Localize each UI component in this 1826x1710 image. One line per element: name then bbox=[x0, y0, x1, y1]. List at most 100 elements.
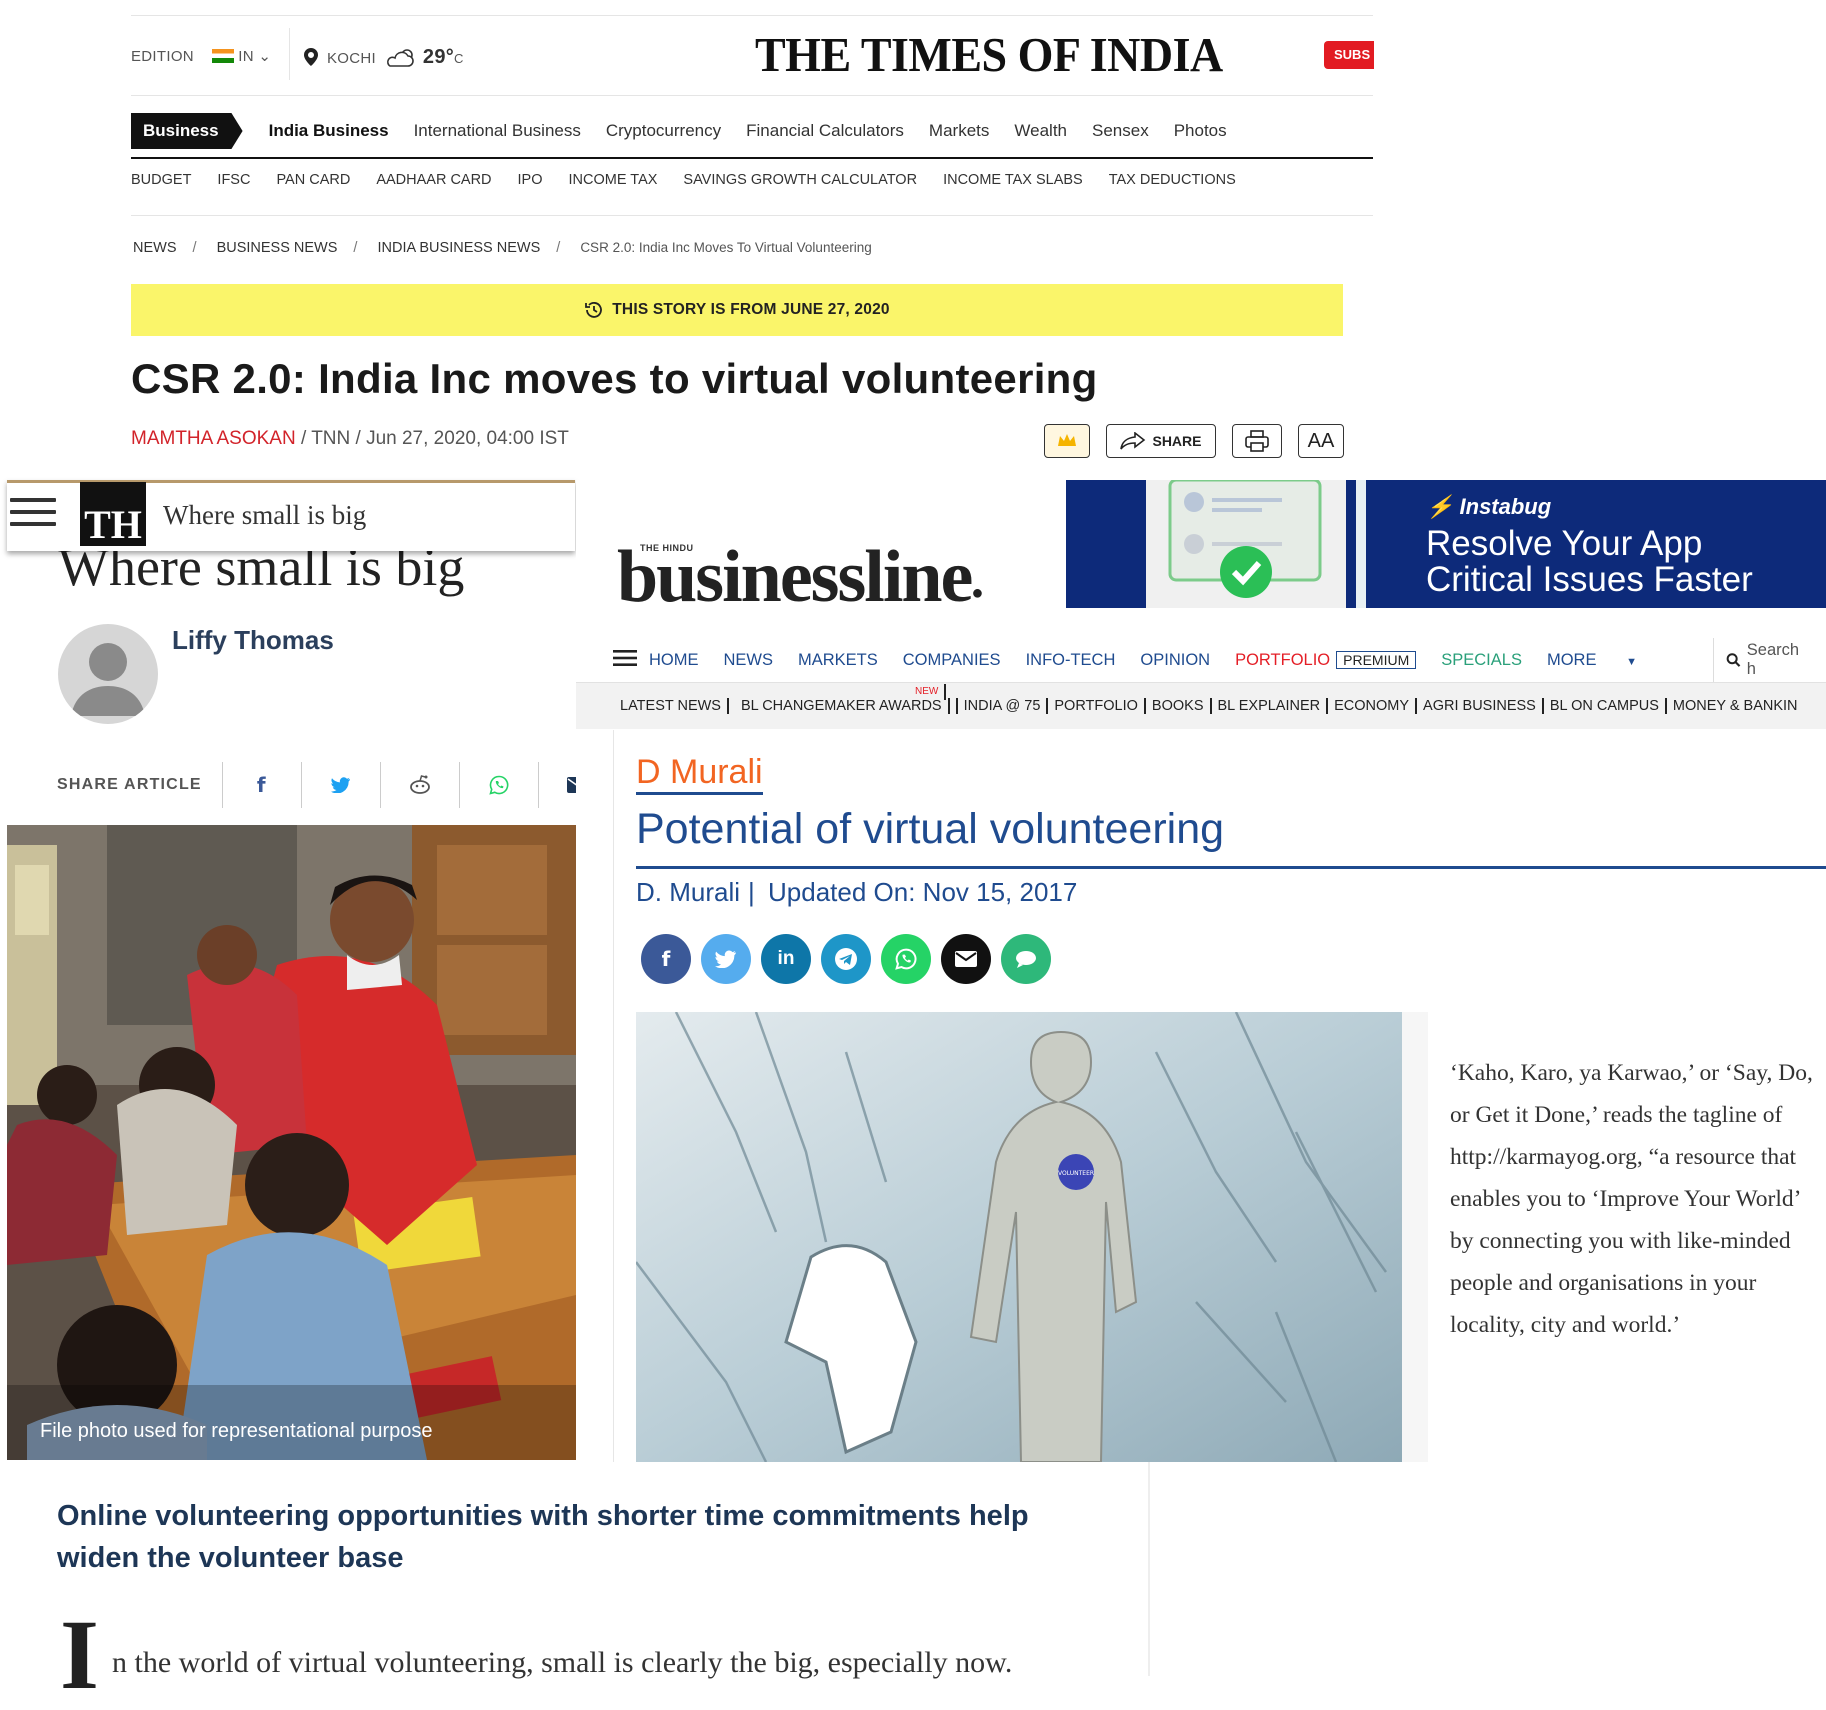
linkedin-icon[interactable]: in bbox=[761, 934, 811, 984]
article-subheading: Online volunteering opportunities with s… bbox=[57, 1500, 1029, 1574]
font-size-button[interactable]: AA bbox=[1298, 424, 1344, 458]
subnav-pan-card[interactable]: PAN CARD bbox=[276, 172, 350, 188]
nav-sensex[interactable]: Sensex bbox=[1092, 121, 1149, 141]
subnav-bl-explainer[interactable]: BL EXPLAINER bbox=[1212, 698, 1329, 714]
whatsapp-icon[interactable] bbox=[881, 934, 931, 984]
comment-icon[interactable] bbox=[1001, 934, 1051, 984]
nav-info-tech[interactable]: INFO-TECH bbox=[1026, 651, 1116, 670]
subnav-money-banking[interactable]: MONEY & BANKIN bbox=[1667, 698, 1804, 714]
sub-nav: BUDGET IFSC PAN CARD AADHAAR CARD IPO IN… bbox=[131, 172, 1373, 188]
search-box[interactable]: Search h bbox=[1713, 638, 1826, 682]
subnav-bl-on-campus[interactable]: BL ON CAMPUS bbox=[1544, 698, 1667, 714]
reddit-icon[interactable] bbox=[379, 762, 459, 808]
premium-crown-button[interactable] bbox=[1044, 424, 1090, 458]
print-button[interactable] bbox=[1232, 424, 1282, 458]
subnav-income-tax[interactable]: INCOME TAX bbox=[569, 172, 658, 188]
divider bbox=[613, 730, 614, 1462]
subnav-economy[interactable]: ECONOMY bbox=[1328, 698, 1418, 714]
drop-cap: I bbox=[60, 1599, 99, 1710]
chevron-down-icon: ⌄ bbox=[258, 48, 272, 65]
byline: D. Murali | Updated On: Nov 15, 2017 bbox=[636, 877, 1078, 907]
story-date-notice: THIS STORY IS FROM JUNE 27, 2020 bbox=[131, 284, 1343, 336]
nav-portfolio[interactable]: PORTFOLIO bbox=[1235, 651, 1330, 670]
top-divider bbox=[131, 15, 1373, 16]
hamburger-menu-icon[interactable] bbox=[613, 649, 637, 671]
breadcrumb-news[interactable]: NEWS bbox=[133, 240, 177, 256]
printer-icon bbox=[1245, 430, 1269, 452]
businessline-logo[interactable]: businessline● bbox=[617, 535, 984, 620]
author-avatar bbox=[58, 624, 158, 724]
story-notice-text: THIS STORY IS FROM JUNE 27, 2020 bbox=[612, 301, 890, 318]
nav-financial-calculators[interactable]: Financial Calculators bbox=[746, 121, 904, 141]
subnav-india-75[interactable]: INDIA @ 75 bbox=[958, 698, 1049, 714]
facebook-icon[interactable]: f bbox=[641, 934, 691, 984]
nav-markets[interactable]: Markets bbox=[929, 121, 989, 141]
facebook-icon[interactable]: f bbox=[221, 762, 301, 808]
subnav-latest-news[interactable]: LATEST NEWS bbox=[576, 698, 729, 714]
search-icon bbox=[1726, 653, 1741, 667]
breadcrumb-business-news[interactable]: BUSINESS NEWS bbox=[217, 240, 338, 256]
edition-label: EDITION bbox=[131, 48, 194, 65]
email-icon[interactable] bbox=[941, 934, 991, 984]
subnav-portfolio[interactable]: PORTFOLIO bbox=[1048, 698, 1146, 714]
volunteer-badge-text: VOLUNTEER bbox=[1058, 1170, 1094, 1177]
byline-author[interactable]: D. Murali bbox=[636, 877, 740, 907]
subnav-label: BL CHANGEMAKER AWARDS bbox=[734, 698, 950, 714]
subnav-tax-deductions[interactable]: TAX DEDUCTIONS bbox=[1109, 172, 1236, 188]
subnav-income-tax-slabs[interactable]: INCOME TAX SLABS bbox=[943, 172, 1083, 188]
subnav-books[interactable]: BOOKS bbox=[1146, 698, 1212, 714]
hamburger-menu-icon[interactable] bbox=[10, 498, 56, 528]
subnav-ipo[interactable]: IPO bbox=[518, 172, 543, 188]
nav-international-business[interactable]: International Business bbox=[414, 121, 581, 141]
article-body: n the world of virtual volunteering, sma… bbox=[112, 1646, 1013, 1679]
nav-wealth[interactable]: Wealth bbox=[1014, 121, 1067, 141]
nav-home[interactable]: HOME bbox=[649, 651, 699, 670]
twitter-icon[interactable] bbox=[300, 762, 380, 808]
author-name[interactable]: Liffy Thomas bbox=[172, 625, 334, 656]
column-author[interactable]: D Murali bbox=[636, 752, 763, 795]
nav-photos[interactable]: Photos bbox=[1174, 121, 1227, 141]
divider bbox=[131, 215, 1373, 216]
history-icon bbox=[585, 302, 603, 318]
weather-widget[interactable]: KOCHI 29°C bbox=[304, 46, 464, 69]
instabug-ad-banner[interactable]: ⚡ Instabug Resolve Your App Critical Iss… bbox=[1066, 480, 1826, 608]
bl-main-nav: HOME NEWS MARKETS COMPANIES INFO-TECH OP… bbox=[576, 638, 1826, 683]
ad-brand-text: Instabug bbox=[1459, 494, 1552, 519]
nav-companies[interactable]: COMPANIES bbox=[903, 651, 1001, 670]
nav-news[interactable]: NEWS bbox=[724, 651, 774, 670]
india-flag-icon bbox=[211, 49, 234, 63]
nav-india-business[interactable]: India Business bbox=[269, 121, 389, 141]
whatsapp-icon[interactable] bbox=[458, 762, 538, 808]
nav-specials[interactable]: SPECIALS bbox=[1441, 651, 1522, 670]
breadcrumb: NEWS / BUSINESS NEWS / INDIA BUSINESS NEWS… bbox=[133, 240, 872, 256]
edition-selector[interactable]: EDITION IN ⌄ bbox=[131, 47, 271, 65]
subnav-ifsc[interactable]: IFSC bbox=[217, 172, 250, 188]
breadcrumb-india-business-news[interactable]: INDIA BUSINESS NEWS bbox=[377, 240, 540, 256]
ad-divider bbox=[1356, 480, 1366, 608]
subnav-savings-calculator[interactable]: SAVINGS GROWTH CALCULATOR bbox=[683, 172, 917, 188]
nav-markets[interactable]: MARKETS bbox=[798, 651, 878, 670]
nav-more[interactable]: MORE ▼ bbox=[1547, 651, 1662, 670]
partly-cloudy-icon bbox=[387, 49, 415, 67]
nav-opinion[interactable]: OPINION bbox=[1140, 651, 1210, 670]
share-arrow-icon bbox=[1120, 432, 1146, 450]
telegram-icon[interactable] bbox=[821, 934, 871, 984]
subscribe-button[interactable]: SUBS bbox=[1324, 41, 1374, 69]
subnav-bl-changemaker-awards[interactable]: NEW BL CHANGEMAKER AWARDS bbox=[729, 684, 958, 714]
updated-date: Updated On: Nov 15, 2017 bbox=[768, 877, 1078, 907]
toi-logo[interactable]: THE TIMES OF INDIA bbox=[755, 27, 1223, 83]
subnav-aadhaar-card[interactable]: AADHAAR CARD bbox=[376, 172, 491, 188]
toi-section: EDITION IN ⌄ KOCHI 29°C THE TIMES OF IND… bbox=[0, 0, 1826, 480]
nav-cryptocurrency[interactable]: Cryptocurrency bbox=[606, 121, 721, 141]
nav-business-active[interactable]: Business bbox=[131, 113, 243, 149]
subnav-agri-business[interactable]: AGRI BUSINESS bbox=[1417, 698, 1544, 714]
subnav-budget[interactable]: BUDGET bbox=[131, 172, 191, 188]
byline-meta: / TNN / Jun 27, 2020, 04:00 IST bbox=[295, 428, 569, 449]
registered-dot-icon: ● bbox=[971, 582, 983, 604]
share-button[interactable]: SHARE bbox=[1106, 424, 1216, 458]
twitter-icon[interactable] bbox=[701, 934, 751, 984]
the-hindu-logo[interactable]: TH bbox=[80, 482, 146, 547]
divider bbox=[131, 95, 1373, 96]
author-link[interactable]: MAMTHA ASOKAN bbox=[131, 428, 296, 449]
main-nav: Business India Business International Bu… bbox=[131, 105, 1373, 159]
